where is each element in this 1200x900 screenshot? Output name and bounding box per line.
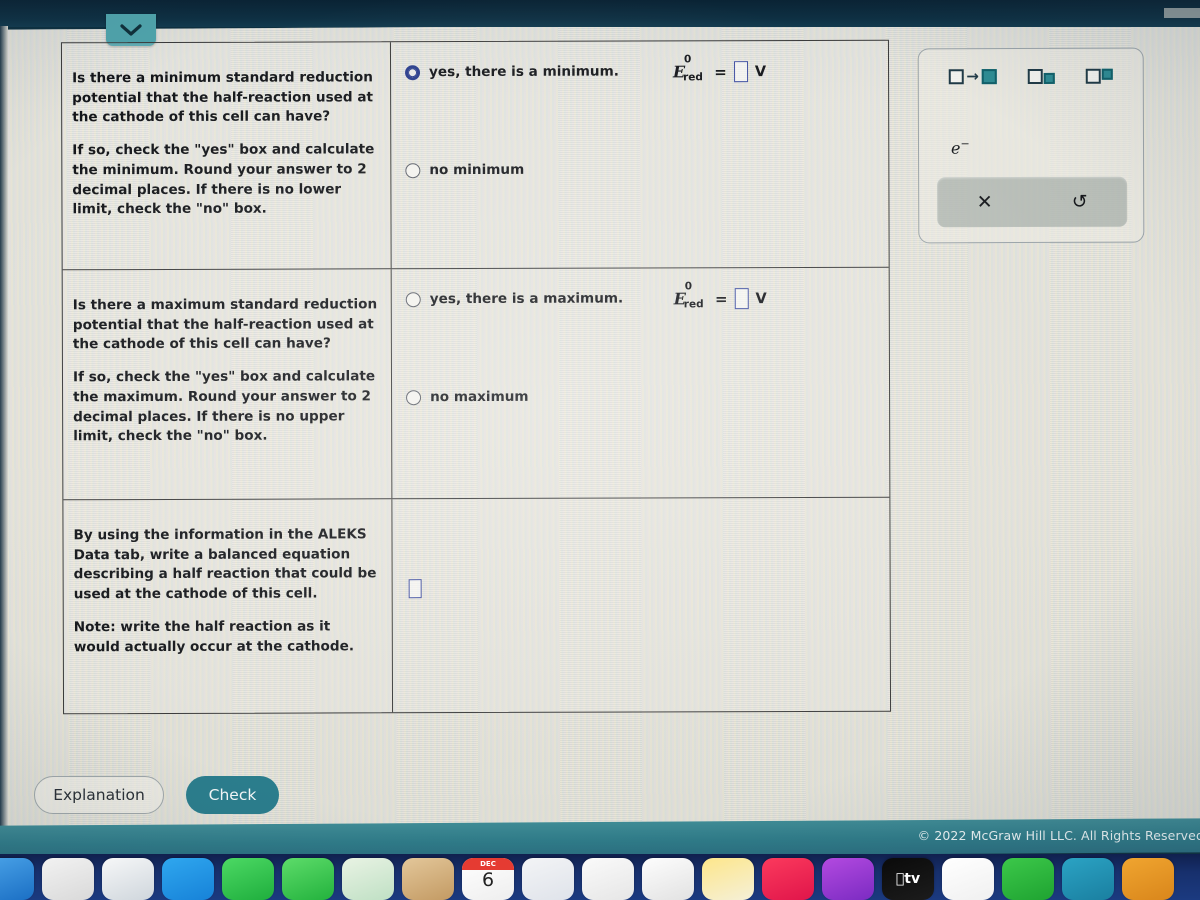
subscript-icon[interactable] <box>1028 68 1056 85</box>
chevron-down-icon <box>120 23 142 37</box>
dock-icon-music[interactable] <box>762 858 814 900</box>
screen-photo: Is there a minimum standard reduction po… <box>0 0 1200 900</box>
reaction-arrow-icon[interactable]: → <box>948 67 997 85</box>
unit-label: V <box>754 63 767 80</box>
e-symbol: E 0 red <box>673 280 704 311</box>
prompt-paragraph: By using the information in the ALEKS Da… <box>73 526 377 603</box>
prompt-paragraph: Is there a minimum standard reduction po… <box>72 69 374 126</box>
dock-icon-reminders[interactable] <box>582 858 634 900</box>
superscript-icon[interactable] <box>1086 68 1114 84</box>
dock-icon-keynote[interactable] <box>1062 858 1114 900</box>
dock-icon-photos[interactable] <box>402 858 454 900</box>
dock-icon-notes[interactable] <box>702 858 754 900</box>
dock-icon-maps[interactable] <box>342 858 394 900</box>
clear-icon[interactable]: ✕ <box>977 191 993 213</box>
ered-minimum-input[interactable] <box>733 61 748 83</box>
undo-icon[interactable]: ↺ <box>1072 190 1088 212</box>
formula-ered-maximum: E 0 red = V <box>673 280 767 311</box>
dock-icon-numbers[interactable] <box>1002 858 1054 900</box>
e-superscript: 0 <box>683 53 692 66</box>
balanced-equation-input[interactable] <box>408 579 422 599</box>
option-label: no maximum <box>430 388 529 406</box>
formula-ered-minimum: E 0 red = V <box>673 53 767 84</box>
equation-editor-palette: → e− ✕ ↺ <box>917 47 1145 244</box>
dock-icon-messages[interactable] <box>282 858 334 900</box>
table-row: Is there a maximum standard reduction po… <box>62 267 890 501</box>
e-superscript: 0 <box>684 280 693 293</box>
table-row: Is there a minimum standard reduction po… <box>61 40 889 271</box>
laptop-bezel-left <box>0 26 8 826</box>
radio-no-minimum[interactable] <box>405 162 421 178</box>
option-no-maximum[interactable]: no maximum <box>406 389 529 405</box>
ered-maximum-input[interactable] <box>734 288 749 310</box>
question-table: Is there a minimum standard reduction po… <box>60 39 892 715</box>
dock-icon-safari[interactable] <box>102 858 154 900</box>
dock-icon-podcasts[interactable] <box>822 858 874 900</box>
option-yes-maximum[interactable]: yes, there is a maximum. <box>405 290 624 308</box>
option-yes-minimum[interactable]: yes, there is a minimum. <box>405 64 619 81</box>
dock-icon-apple-tv[interactable]: tv <box>882 858 934 900</box>
check-button[interactable]: Check <box>186 776 279 814</box>
dock-icon-calendar[interactable]: DEC 6 <box>462 858 514 900</box>
prompt-paragraph-note: Note: write the half reaction as it woul… <box>73 618 355 655</box>
dock-icon-pages[interactable] <box>1122 858 1174 900</box>
action-button-bar: Explanation Check <box>34 776 279 814</box>
equals-sign: = <box>714 289 728 308</box>
dock-icon-finder[interactable] <box>0 858 34 900</box>
question-prompt-minimum: Is there a minimum standard reduction po… <box>61 42 392 270</box>
dock-icon-facetime[interactable] <box>222 858 274 900</box>
unit-label: V <box>755 290 767 307</box>
option-label: no minimum <box>429 161 525 179</box>
answer-cell-balanced-equation <box>392 498 890 713</box>
prompt-paragraph: If so, check the "yes" box and calculate… <box>72 368 376 445</box>
dock-icon-launchpad[interactable] <box>42 858 94 900</box>
laptop-bezel-top <box>0 0 1200 27</box>
dock-icon-contacts[interactable] <box>522 858 574 900</box>
prompt-paragraph: If so, check the "yes" box and calculate… <box>72 141 375 218</box>
prompt-paragraph: Is there a maximum standard reduction po… <box>72 296 378 353</box>
option-label: yes, there is a minimum. <box>429 63 619 81</box>
dock-icon-chrome[interactable] <box>642 858 694 900</box>
option-no-minimum[interactable]: no minimum <box>405 162 524 178</box>
electron-icon[interactable]: e− <box>951 137 970 157</box>
answer-cell-maximum: yes, there is a maximum. no maximum E 0 … <box>392 268 890 499</box>
table-row: By using the information in the ALEKS Da… <box>63 498 890 714</box>
answer-cell-minimum: yes, there is a minimum. no minimum E 0 … <box>391 41 889 269</box>
radio-no-maximum[interactable] <box>406 389 422 405</box>
palette-action-bar: ✕ ↺ <box>937 176 1128 228</box>
option-label: yes, there is a maximum. <box>429 290 624 308</box>
radio-yes-minimum[interactable] <box>405 64 421 80</box>
question-prompt-maximum: Is there a maximum standard reduction po… <box>62 269 393 500</box>
screen-edge-sliver <box>1164 8 1200 18</box>
e-subscript: red <box>683 298 704 311</box>
e-symbol: E 0 red <box>673 53 703 84</box>
dock-icon-news[interactable] <box>942 858 994 900</box>
dock-icon-mail[interactable] <box>162 858 214 900</box>
macos-dock: DEC6 tv <box>0 854 1200 900</box>
copyright-text: © 2022 McGraw Hill LLC. All Rights Reser… <box>917 828 1200 843</box>
explanation-button[interactable]: Explanation <box>34 776 164 814</box>
equals-sign: = <box>714 62 727 81</box>
question-prompt-balanced-equation: By using the information in the ALEKS Da… <box>63 499 394 714</box>
radio-yes-maximum[interactable] <box>405 291 421 307</box>
e-subscript: red <box>683 71 703 84</box>
